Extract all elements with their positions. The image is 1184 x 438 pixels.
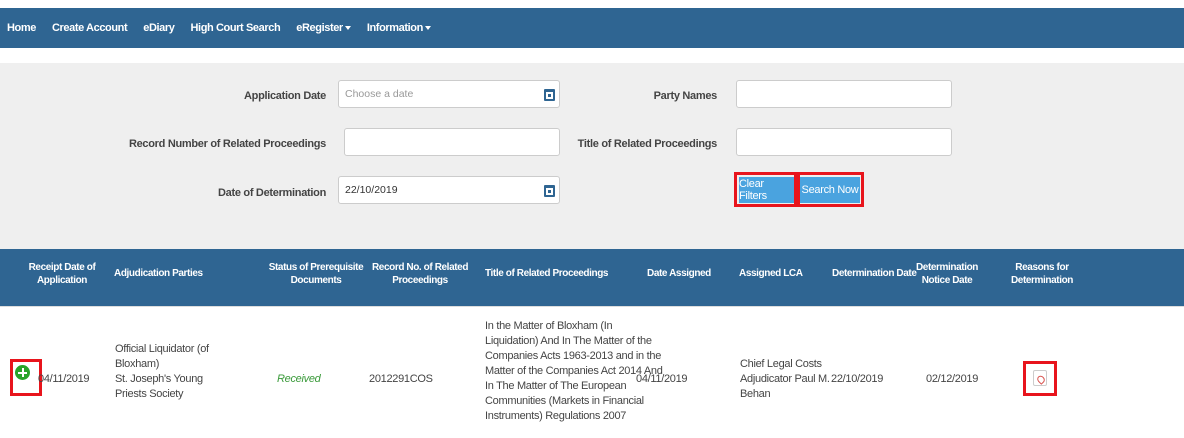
cell-adjudication-parties: Official Liquidator (of Bloxham) St. Jos… bbox=[115, 342, 209, 402]
nav-eregister-label: eRegister bbox=[296, 22, 343, 34]
nav-home[interactable]: Home bbox=[0, 22, 44, 34]
header-receipt-date-line1: Receipt Date of bbox=[28, 262, 96, 273]
nav-information-label: Information bbox=[366, 22, 424, 34]
record-number-label: Record Number of Related Proceedings bbox=[128, 138, 326, 150]
date-of-determination-input[interactable] bbox=[338, 176, 560, 204]
title-line: Companies Acts 1963-2013 and in the bbox=[485, 350, 662, 362]
search-now-button[interactable]: Search Now bbox=[800, 177, 860, 203]
header-reasons-line2: Determination bbox=[1010, 275, 1074, 286]
filter-panel: Application Date Party Names Record Numb… bbox=[0, 63, 1184, 249]
header-status-line1: Status of Prerequisite bbox=[268, 262, 364, 273]
top-navbar: Home Create Account eDiary High Court Se… bbox=[0, 8, 1184, 48]
nav-create-account[interactable]: Create Account bbox=[44, 22, 135, 34]
nav-high-court-search[interactable]: High Court Search bbox=[183, 22, 289, 34]
title-related-proceedings-label: Title of Related Proceedings bbox=[577, 138, 718, 150]
cell-status-received: Received bbox=[277, 373, 321, 385]
parties-line: St. Joseph's Young bbox=[115, 373, 203, 385]
caret-down-icon bbox=[344, 26, 351, 31]
expand-plus-icon[interactable] bbox=[15, 365, 30, 380]
record-number-input[interactable] bbox=[344, 128, 560, 156]
cell-record-no: 2012291COS bbox=[369, 373, 433, 385]
title-line: Communities (Markets in Financial bbox=[485, 395, 644, 407]
calendar-icon[interactable] bbox=[544, 89, 555, 101]
nav-ediary[interactable]: eDiary bbox=[135, 22, 182, 34]
cell-receipt-date: 04/11/2019 bbox=[38, 373, 90, 385]
header-notice-date-line2: Notice Date bbox=[921, 275, 973, 286]
header-record-no-line1: Record No. of Related bbox=[371, 262, 469, 273]
table-row[interactable]: 04/11/2019 Official Liquidator (of Bloxh… bbox=[0, 306, 1184, 438]
header-status-prerequisite[interactable]: Status of Prerequisite Documents bbox=[265, 261, 367, 287]
caret-down-icon bbox=[424, 26, 431, 31]
header-title-related-proceedings[interactable]: Title of Related Proceedings bbox=[485, 267, 608, 280]
party-names-input[interactable] bbox=[736, 80, 952, 108]
lca-line: Behan bbox=[740, 388, 771, 400]
header-status-line2: Documents bbox=[290, 275, 342, 286]
cell-date-assigned: 04/11/2019 bbox=[636, 373, 688, 385]
header-receipt-date[interactable]: Receipt Date of Application bbox=[22, 261, 102, 287]
header-adjudication-parties[interactable]: Adjudication Parties bbox=[114, 267, 203, 280]
title-related-proceedings-input[interactable] bbox=[736, 128, 952, 156]
title-line: Liquidation) And In The Matter of the bbox=[485, 335, 652, 347]
party-names-label: Party Names bbox=[653, 90, 718, 102]
nav-eregister[interactable]: eRegister bbox=[288, 22, 359, 34]
cell-notice-date: 02/12/2019 bbox=[926, 373, 979, 385]
header-notice-date[interactable]: Determination Notice Date bbox=[912, 261, 982, 287]
header-record-no[interactable]: Record No. of Related Proceedings bbox=[370, 261, 470, 287]
header-reasons[interactable]: Reasons for Determination bbox=[1002, 261, 1082, 287]
header-notice-date-line1: Determination bbox=[915, 262, 979, 273]
pdf-document-icon[interactable] bbox=[1033, 370, 1047, 386]
title-line: Instruments) Regulations 2007 bbox=[485, 410, 627, 422]
title-line: In the Matter of Bloxham (In bbox=[485, 320, 613, 332]
cell-determination-date: 22/10/2019 bbox=[831, 373, 884, 385]
calendar-icon[interactable] bbox=[544, 185, 555, 197]
header-determination-date[interactable]: Determination Date bbox=[832, 267, 917, 280]
lca-line: Chief Legal Costs bbox=[740, 358, 822, 370]
results-table-header: Receipt Date of Application Adjudication… bbox=[0, 249, 1184, 306]
cell-assigned-lca: Chief Legal Costs Adjudicator Paul M. Be… bbox=[740, 357, 830, 402]
nav-information[interactable]: Information bbox=[359, 22, 439, 34]
parties-line: Official Liquidator (of bbox=[115, 343, 209, 355]
header-assigned-lca[interactable]: Assigned LCA bbox=[739, 267, 803, 280]
header-date-assigned[interactable]: Date Assigned bbox=[647, 267, 711, 280]
parties-line: Priests Society bbox=[115, 388, 184, 400]
header-receipt-date-line2: Application bbox=[36, 275, 88, 286]
header-record-no-line2: Proceedings bbox=[392, 275, 448, 286]
parties-line: Bloxham) bbox=[115, 358, 160, 370]
date-of-determination-label: Date of Determination bbox=[218, 187, 326, 199]
lca-line: Adjudicator Paul M. bbox=[740, 373, 830, 385]
header-reasons-line1: Reasons for bbox=[1015, 262, 1069, 273]
application-date-input[interactable] bbox=[338, 80, 560, 108]
clear-filters-button[interactable]: Clear Filters bbox=[739, 177, 794, 203]
application-date-label: Application Date bbox=[244, 90, 326, 102]
